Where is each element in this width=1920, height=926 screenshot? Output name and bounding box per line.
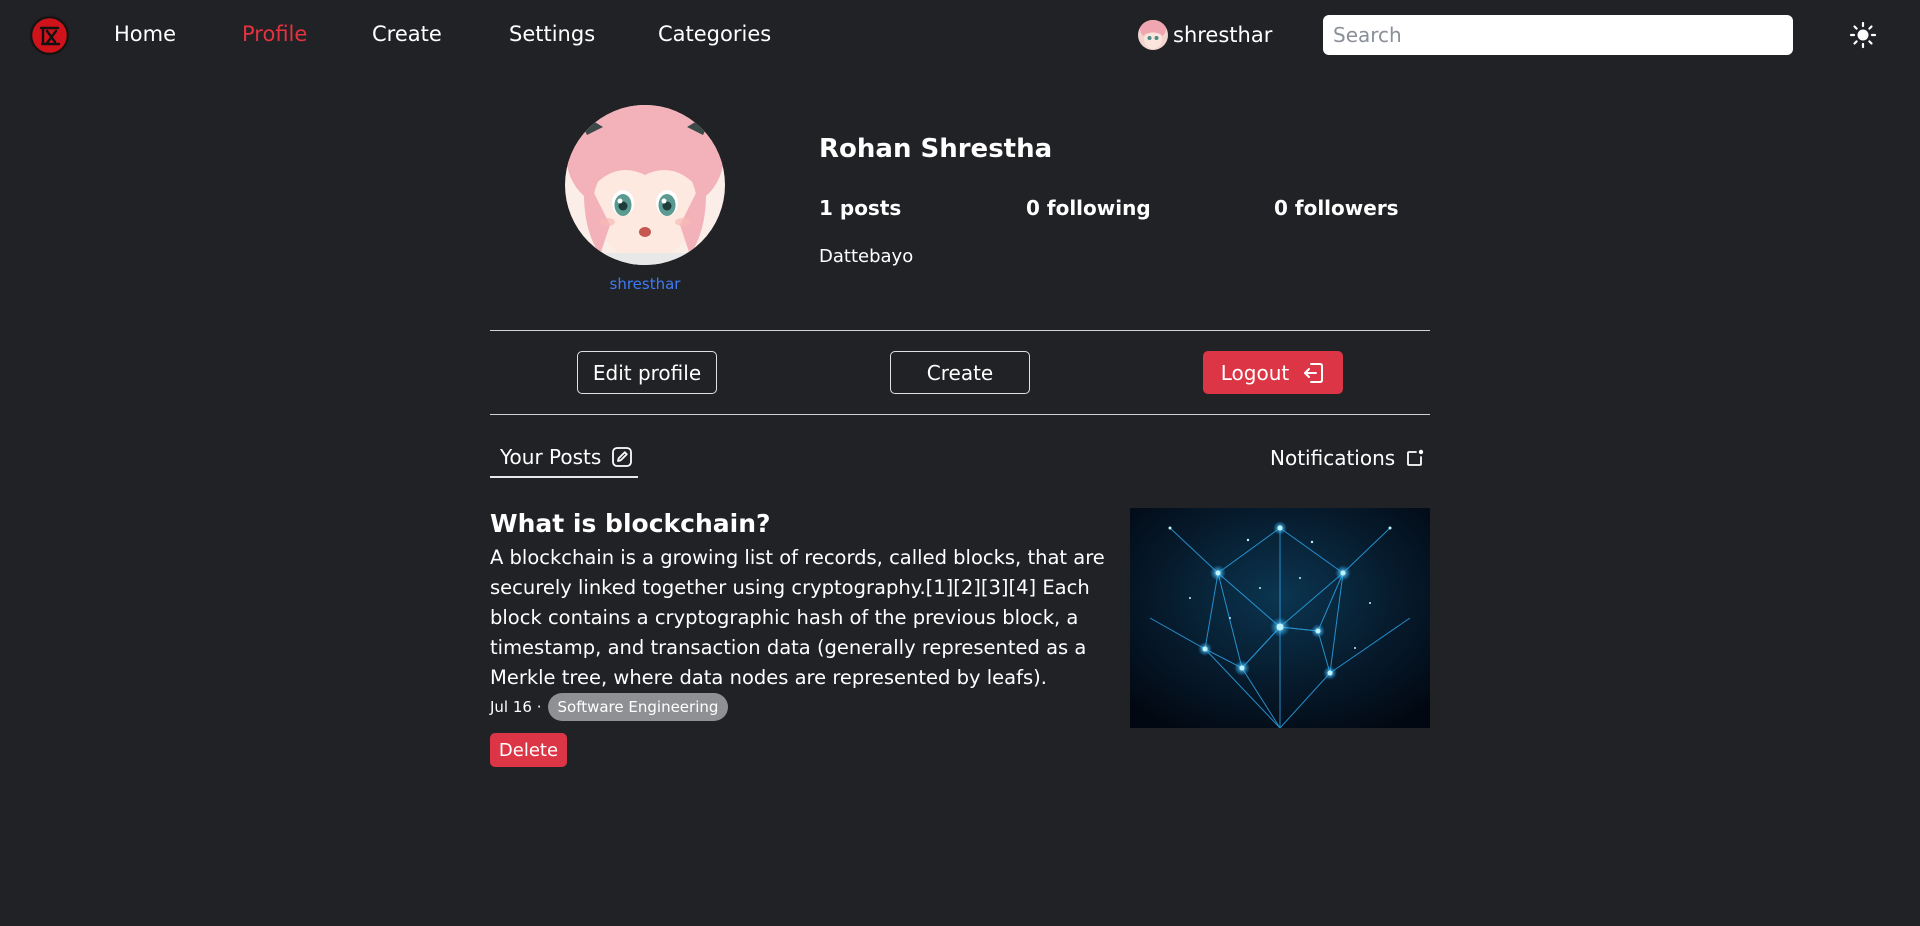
notification-icon [1407, 449, 1424, 466]
tab-your-posts[interactable]: Your Posts [490, 438, 638, 478]
sun-icon[interactable] [1848, 20, 1878, 50]
divider-top [490, 330, 1430, 331]
following-count[interactable]: 0 following [1026, 196, 1151, 220]
logout-icon [1304, 362, 1324, 383]
profile-avatar [565, 105, 725, 265]
nav-home-link[interactable]: Home [114, 22, 176, 46]
edit-icon [612, 447, 633, 467]
post-category-tag[interactable]: Software Engineering [547, 693, 729, 721]
nav-user-menu[interactable]: shresthar [1138, 19, 1272, 51]
divider-bottom [490, 414, 1430, 415]
navbar: Home Profile Create Settings Categories … [0, 0, 1920, 70]
nav-profile-link[interactable]: Profile [242, 22, 307, 46]
edit-profile-button[interactable]: Edit profile [577, 351, 717, 394]
nav-categories-link[interactable]: Categories [658, 22, 771, 46]
search-input[interactable] [1323, 15, 1793, 55]
logout-button[interactable]: Logout [1203, 351, 1343, 394]
nav-avatar [1138, 20, 1168, 50]
followers-count[interactable]: 0 followers [1274, 196, 1399, 220]
post-thumbnail[interactable] [1130, 508, 1430, 728]
nav-username: shresthar [1173, 23, 1273, 47]
post-meta: Jul 16 · Software Engineering [490, 693, 729, 721]
tab-your-posts-label: Your Posts [500, 445, 602, 469]
red-circle-logo-icon[interactable] [29, 15, 70, 56]
delete-post-button[interactable]: Delete [490, 733, 567, 767]
profile-name: Rohan Shrestha [819, 134, 1053, 164]
tab-notifications[interactable]: Notifications [1270, 438, 1425, 478]
post-title[interactable]: What is blockchain? [490, 509, 771, 538]
post-body: A blockchain is a growing list of record… [490, 546, 1105, 689]
nav-settings-link[interactable]: Settings [509, 22, 595, 46]
post-date: Jul 16 · [490, 698, 542, 716]
tab-notifications-label: Notifications [1270, 446, 1396, 470]
profile-bio: Dattebayo [819, 246, 914, 267]
profile-handle[interactable]: shresthar [565, 275, 725, 293]
logout-label: Logout [1220, 360, 1290, 385]
posts-count: 1 posts [819, 196, 902, 220]
nav-create-link[interactable]: Create [372, 22, 442, 46]
create-button[interactable]: Create [890, 351, 1030, 394]
